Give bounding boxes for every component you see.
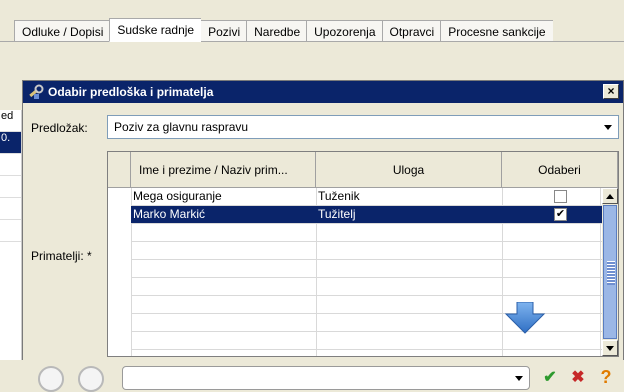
- tab-pozivi[interactable]: Pozivi: [200, 20, 248, 42]
- recipient-role: Tuženik: [318, 189, 360, 203]
- template-select[interactable]: Poziv za glavnu raspravu: [107, 115, 619, 139]
- status-circle-icon: [38, 366, 64, 392]
- select-cell: ✔: [502, 206, 602, 224]
- cancel-x-icon[interactable]: ✖: [568, 367, 588, 387]
- dialog-titlebar[interactable]: Odabir predloška i primatelja ×: [23, 81, 623, 103]
- scroll-down-button[interactable]: [602, 340, 618, 356]
- tab-otpravci[interactable]: Otpravci: [381, 20, 442, 42]
- tab-label: Upozorenja: [314, 24, 376, 39]
- background-list: ed 0.: [0, 110, 22, 360]
- recipient-role: Tužitelj: [318, 207, 356, 221]
- table-row[interactable]: [131, 260, 602, 278]
- tab-strip: Odluke / Dopisi Sudske radnje Pozivi Nar…: [0, 18, 624, 42]
- tab-label: Otpravci: [389, 24, 435, 39]
- tab-naredbe[interactable]: Naredbe: [246, 20, 308, 42]
- arrow-down-icon[interactable]: [504, 302, 546, 334]
- help-question-icon[interactable]: ?: [596, 367, 616, 387]
- column-header-role[interactable]: Uloga: [316, 152, 502, 188]
- background-list-cell: 0.: [0, 132, 21, 154]
- close-button[interactable]: ×: [603, 84, 619, 99]
- select-checkbox[interactable]: [554, 190, 567, 203]
- table-row[interactable]: [131, 332, 602, 350]
- select-cell: [502, 188, 602, 206]
- vertical-scrollbar[interactable]: [602, 188, 618, 356]
- confirm-check-icon[interactable]: ✔: [540, 367, 560, 387]
- tab-odluke-dopisi[interactable]: Odluke / Dopisi: [14, 20, 111, 42]
- chevron-down-icon[interactable]: [509, 367, 529, 389]
- tab-label: Odluke / Dopisi: [22, 24, 104, 39]
- background-list-cell: [0, 176, 21, 198]
- column-header-select[interactable]: Odaberi: [502, 152, 618, 188]
- tab-label: Naredbe: [254, 24, 301, 39]
- template-recipient-dialog: Odabir predloška i primatelja × Predloža…: [22, 80, 624, 392]
- table-corner-header: [108, 152, 131, 188]
- recipient-name: Mega osiguranje: [133, 189, 222, 203]
- table-row[interactable]: [131, 278, 602, 296]
- chevron-down-icon[interactable]: [598, 116, 618, 138]
- background-list-cell: [0, 220, 21, 242]
- table-row[interactable]: [131, 224, 602, 242]
- table-row[interactable]: [131, 242, 602, 260]
- command-select[interactable]: [122, 366, 530, 390]
- tab-sudske-radnje[interactable]: Sudske radnje: [109, 18, 202, 42]
- grip-icon: [607, 261, 615, 285]
- table-row-selected[interactable]: Marko Markić Tužitelj ✔: [131, 206, 602, 224]
- template-label: Predložak:: [31, 121, 88, 135]
- chevron-down-icon: [606, 345, 614, 351]
- select-checkbox-checked[interactable]: ✔: [554, 208, 567, 221]
- chevron-up-icon: [606, 193, 614, 199]
- tab-procesne-sankcije[interactable]: Procesne sankcije: [440, 20, 553, 42]
- background-list-cell: [0, 154, 21, 176]
- status-circle-icon: [78, 366, 104, 392]
- bottom-toolbar: ✔ ✖ ?: [0, 360, 624, 392]
- scroll-thumb[interactable]: [603, 205, 617, 339]
- recipient-name: Marko Markić: [133, 207, 206, 221]
- table-row[interactable]: Mega osiguranje Tuženik: [131, 188, 602, 206]
- dialog-title: Odabir predloška i primatelja: [48, 85, 214, 99]
- scroll-up-button[interactable]: [602, 188, 618, 204]
- tab-upozorenja[interactable]: Upozorenja: [306, 20, 383, 42]
- tab-label: Pozivi: [208, 24, 241, 39]
- background-list-cell: ed: [0, 110, 21, 132]
- background-list-cell: [0, 198, 21, 220]
- tab-label: Procesne sankcije: [448, 24, 546, 39]
- column-header-name[interactable]: Ime i prezime / Naziv prim...: [131, 152, 316, 188]
- template-select-value: Poziv za glavnu raspravu: [114, 120, 249, 134]
- wrench-icon: [27, 83, 45, 101]
- tab-label: Sudske radnje: [117, 23, 195, 37]
- recipients-label: Primatelji: *: [31, 249, 92, 263]
